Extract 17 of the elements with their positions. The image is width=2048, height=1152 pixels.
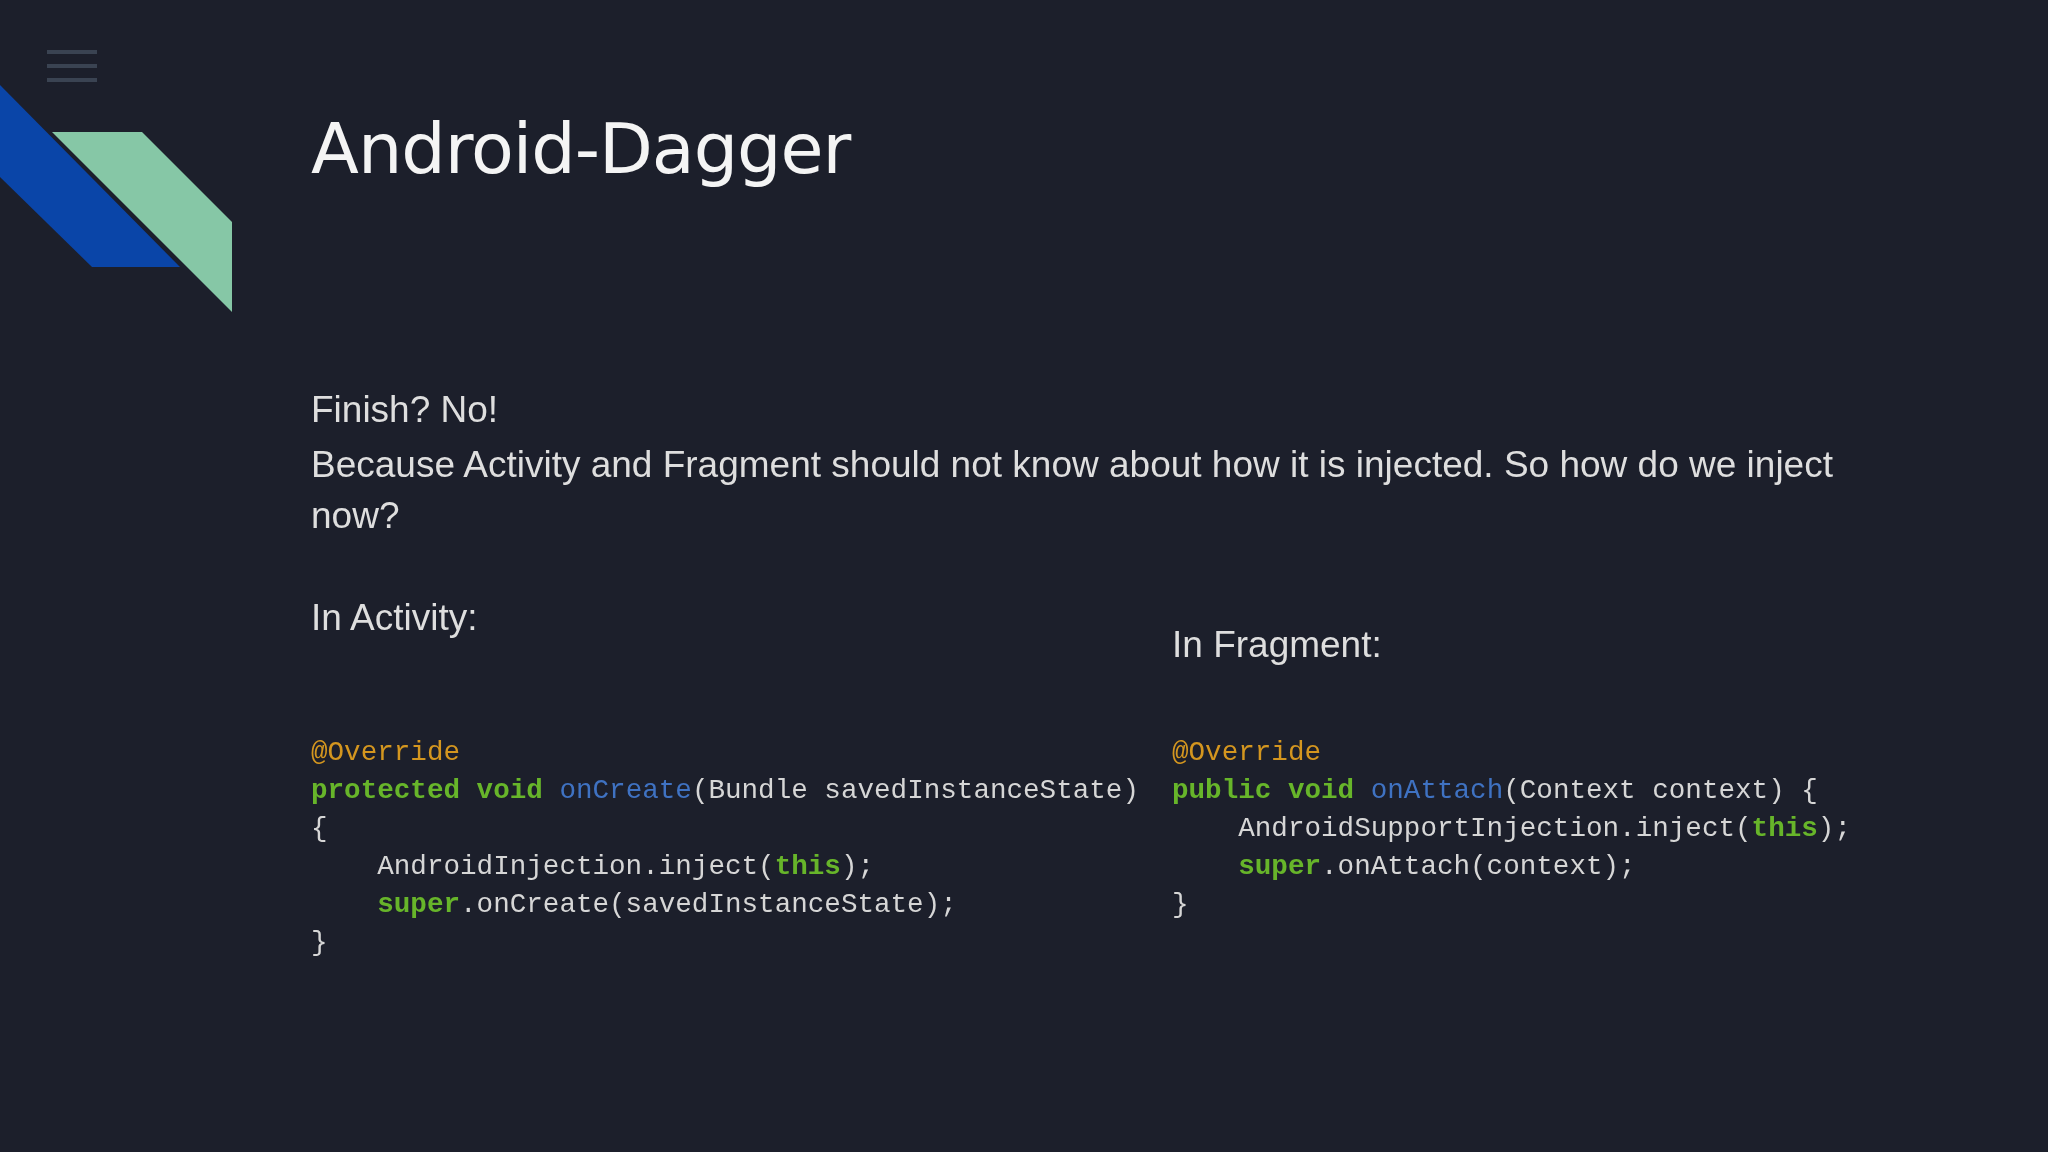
body-text: Finish? No!	[311, 388, 500, 432]
code-line: @Override	[311, 736, 461, 770]
code-line: public void onAttach(Context context) {	[1172, 774, 1818, 808]
code-line: protected void onCreate(Bundle savedInstanceState)	[311, 774, 1139, 808]
body-text: Because Activity and Fragment should not know about how it is injected. So how do we inject now?	[311, 443, 1834, 538]
code-line: AndroidSupportInjection.inject(this);	[1237, 812, 1851, 846]
code-line: super.onCreate(savedInstanceState);	[376, 888, 957, 922]
code-line: }	[1172, 888, 1189, 922]
section-heading: In Activity:	[311, 596, 479, 640]
section-heading: In Fragment:	[1172, 623, 1383, 667]
code-line: }	[311, 926, 328, 960]
code-line: AndroidInjection.inject(this);	[376, 850, 875, 884]
code-line: super.onAttach(context);	[1237, 850, 1636, 884]
code-line: @Override	[1172, 736, 1322, 770]
code-line: {	[311, 812, 328, 846]
slide-title: Android-Dagger	[311, 107, 853, 192]
menu-icon[interactable]	[47, 50, 97, 82]
